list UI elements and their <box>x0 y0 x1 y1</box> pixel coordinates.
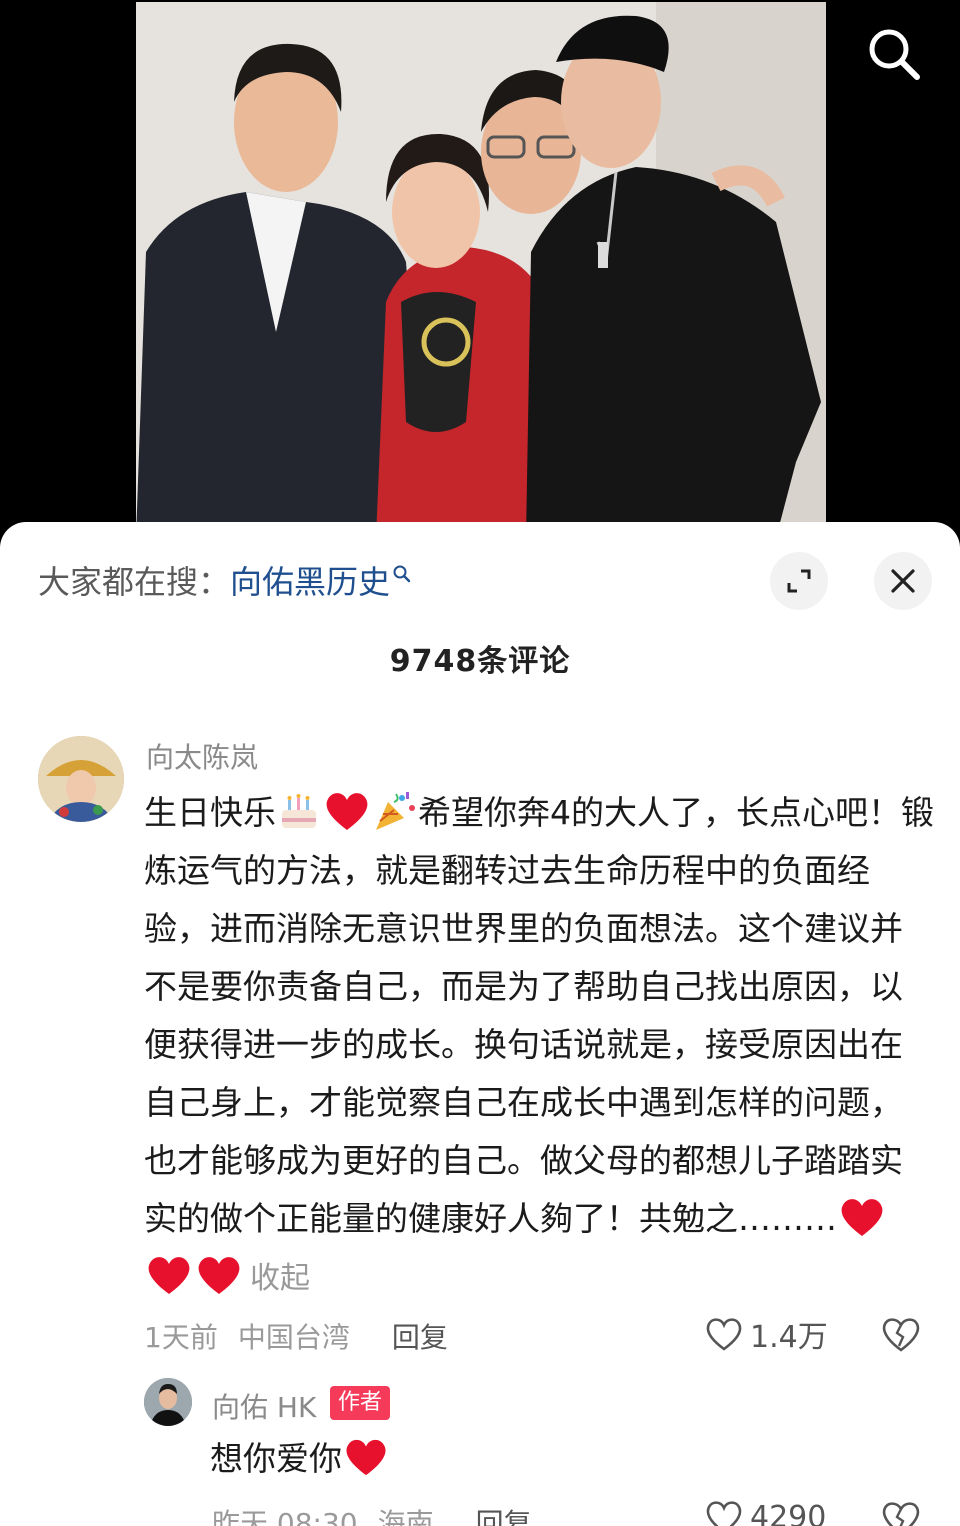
avatar[interactable] <box>38 736 124 822</box>
search-icon <box>869 29 920 80</box>
reply-reply-button[interactable]: 回复 <box>476 1507 532 1526</box>
heart-emoji <box>326 792 368 830</box>
broken-heart-icon <box>882 1318 920 1352</box>
heart-outline-icon <box>706 1318 742 1351</box>
like-button[interactable]: 1.4万 <box>704 1312 828 1356</box>
reply-like-button[interactable]: 4290 <box>704 1498 826 1526</box>
heart-emoji <box>148 1256 190 1294</box>
dislike-button[interactable] <box>880 1314 922 1358</box>
close-icon <box>891 569 915 593</box>
reply-avatar[interactable] <box>144 1378 192 1426</box>
search-button[interactable] <box>862 22 926 86</box>
reply-like-count: 4290 <box>750 1499 827 1526</box>
heart-emoji <box>198 1256 240 1294</box>
comment-count: 9748条评论 <box>389 644 571 679</box>
cake-emoji <box>282 793 316 828</box>
comment-sheet: 大家都在搜：向佑黑历史 9748条评论 向太陈岚 生日快乐 希望你奔4的大人了，… <box>0 522 960 1526</box>
heart-emoji <box>346 1439 386 1475</box>
comment-text-lead: 生日快乐 <box>144 793 276 832</box>
reply-username[interactable]: 向佑 HK <box>212 1386 316 1426</box>
reply-button[interactable]: 回复 <box>392 1321 448 1354</box>
avatar-image <box>38 736 124 822</box>
expand-icon <box>787 569 811 593</box>
comment-username[interactable]: 向太陈岚 <box>146 736 258 776</box>
reply-avatar-image <box>144 1378 192 1426</box>
comment-text-main: 希望你奔4的大人了，长点心吧！锻炼运气的方法，就是翻转过去生命历程中的负面经验，… <box>144 793 934 1238</box>
heart-emoji <box>841 1198 883 1236</box>
reply-text-content: 想你爱你 <box>210 1439 342 1478</box>
reply-text: 想你爱你 <box>210 1434 390 1484</box>
expand-button[interactable] <box>770 552 828 610</box>
broken-heart-icon <box>882 1502 920 1526</box>
video-frame-photo <box>136 2 826 538</box>
party-popper-emoji <box>376 791 415 830</box>
hot-search-suggestion[interactable]: 大家都在搜：向佑黑历史 <box>38 560 412 604</box>
small-search-icon <box>393 565 411 583</box>
reply-time: 昨天 08:30 <box>212 1507 358 1526</box>
author-badge: 作者 <box>330 1386 391 1420</box>
hot-search-term[interactable]: 向佑黑历史 <box>230 563 390 601</box>
hot-search-prefix: 大家都在搜： <box>38 563 231 601</box>
comment-text: 生日快乐 希望你奔4的大人了，长点心吧！锻炼运气的方法，就是翻转过去生命历程中的… <box>144 784 934 1308</box>
like-count: 1.4万 <box>750 1320 828 1355</box>
reply-dislike-button[interactable] <box>880 1498 922 1526</box>
comment-meta: 1天前 中国台湾 回复 <box>144 1316 448 1356</box>
collapse-link[interactable]: 收起 <box>250 1261 310 1296</box>
close-button[interactable] <box>874 552 932 610</box>
reply-location: 海南 <box>377 1507 434 1526</box>
group-photo-illustration <box>136 2 826 538</box>
video-player[interactable] <box>0 0 960 540</box>
comment-time: 1天前 <box>144 1321 218 1354</box>
reply-meta: 昨天 08:30 海南 回复 <box>212 1502 532 1526</box>
comment-location: 中国台湾 <box>237 1321 350 1354</box>
heart-outline-icon <box>706 1501 742 1526</box>
